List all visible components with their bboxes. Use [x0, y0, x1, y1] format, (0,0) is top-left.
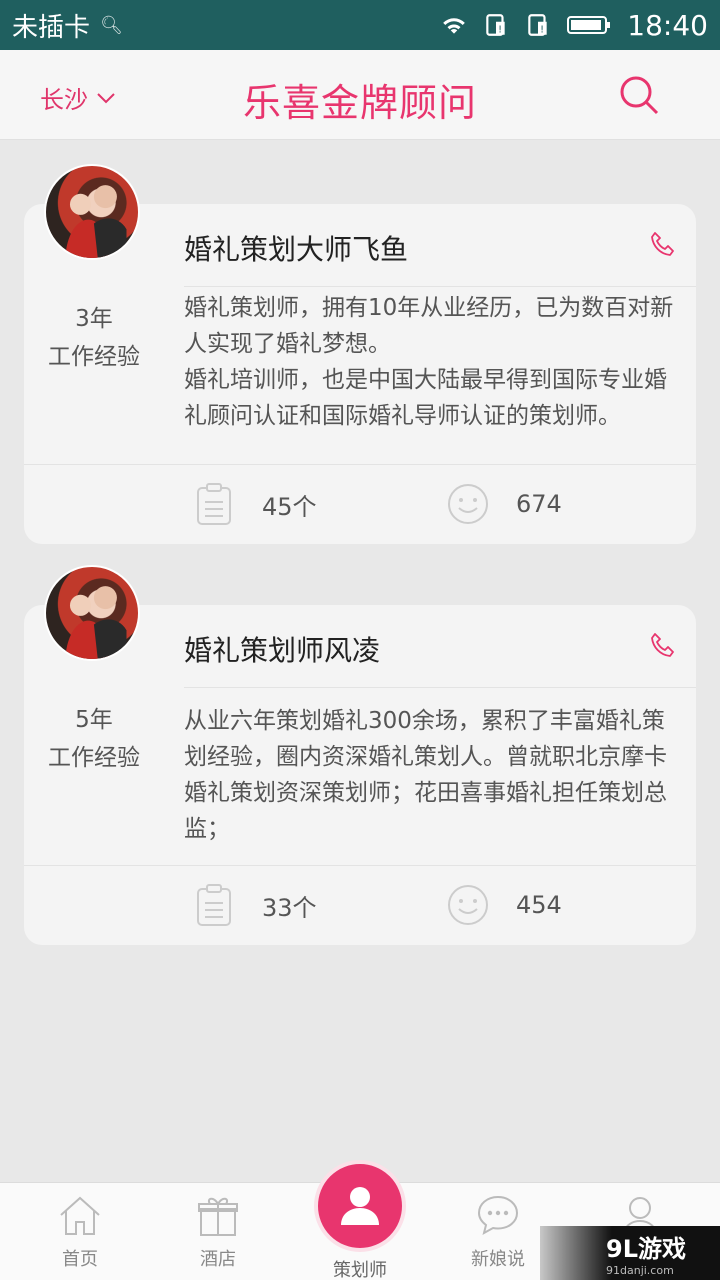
battery-icon — [567, 16, 611, 34]
wifi-icon — [443, 18, 466, 34]
planner-description: 婚礼策划师，拥有10年从业经历，已为数百对新人实现了婚礼梦想。 婚礼培训师，也是… — [184, 295, 674, 429]
planner-card[interactable]: 婚礼策划师风凌 5年 工作经验 从业六年策划婚礼300余场，累积了丰富婚礼策划经… — [24, 605, 696, 945]
likes-count: 674 — [516, 490, 562, 518]
svg-text:!: ! — [498, 25, 502, 36]
divider — [24, 865, 696, 866]
watermark-logo: 9L游戏 91danji.com — [540, 1226, 720, 1280]
watermark-sub: 91danji.com — [606, 1264, 674, 1277]
clock: 18:40 — [627, 8, 708, 42]
avatar — [44, 164, 140, 260]
cases-stat: 45个 — [192, 482, 317, 526]
experience-years: 5年 — [75, 707, 113, 733]
carrier-label: 未插卡 — [12, 12, 91, 43]
clipboard-icon — [197, 884, 231, 926]
likes-stat: 674 — [446, 482, 562, 526]
sim-alert-icon-2: ! — [528, 14, 547, 36]
cases-count: 33个 — [262, 893, 317, 922]
app-header: 长沙 乐喜金牌顾问 — [0, 50, 720, 140]
tab-bride-talk[interactable]: 新娘说 — [448, 1193, 548, 1271]
likes-stat: 454 — [446, 883, 562, 927]
watermark-main: 9L游戏 — [606, 1235, 686, 1263]
clipboard-icon — [197, 483, 231, 525]
tab-hotel[interactable]: 酒店 — [168, 1193, 268, 1271]
planner-name: 婚礼策划师风凌 — [184, 634, 381, 667]
planner-description: 从业六年策划婚礼300余场，累积了丰富婚礼策划经验，圈内资深婚礼策划人。曾就职北… — [184, 708, 667, 842]
divider — [24, 464, 696, 465]
tab-planner-label: 策划师 — [333, 1260, 387, 1280]
cases-count: 45个 — [262, 492, 317, 521]
divider — [184, 286, 696, 287]
page-title: 乐喜金牌顾问 — [242, 81, 477, 125]
smile-icon — [448, 885, 488, 925]
search-icon[interactable] — [618, 74, 660, 116]
divider — [184, 687, 696, 688]
status-bar: 未插卡 🔍︎ ! ! 18:40 — [0, 0, 720, 50]
sim-alert-icon: ! — [486, 14, 505, 36]
experience-label: 工作经验 — [48, 745, 140, 771]
tab-home[interactable]: 首页 — [30, 1193, 130, 1271]
experience: 3年 工作经验 — [24, 300, 164, 376]
home-icon — [60, 1196, 100, 1235]
experience: 5年 工作经验 — [24, 701, 164, 777]
search-small-icon: 🔍︎ — [100, 14, 123, 36]
tab-home-label: 首页 — [62, 1249, 98, 1270]
tab-bride-talk-label: 新娘说 — [471, 1249, 525, 1270]
planner-name: 婚礼策划大师飞鱼 — [184, 233, 409, 266]
svg-text:!: ! — [540, 25, 544, 36]
phone-icon[interactable] — [648, 230, 678, 260]
tab-hotel-label: 酒店 — [200, 1249, 236, 1270]
experience-years: 3年 — [75, 306, 113, 332]
avatar — [44, 565, 140, 661]
person-icon — [341, 1187, 379, 1225]
planner-card[interactable]: 婚礼策划大师飞鱼 3年 工作经验 婚礼策划师，拥有10年从业经历，已为数百对新人… — [24, 204, 696, 544]
chat-bubble-icon — [477, 1195, 519, 1235]
tab-planner[interactable] — [314, 1160, 406, 1252]
cases-stat: 33个 — [192, 883, 317, 927]
likes-count: 454 — [516, 891, 562, 919]
phone-icon[interactable] — [648, 631, 678, 661]
experience-label: 工作经验 — [48, 344, 140, 370]
smile-icon — [448, 484, 488, 524]
gift-icon — [198, 1197, 238, 1236]
